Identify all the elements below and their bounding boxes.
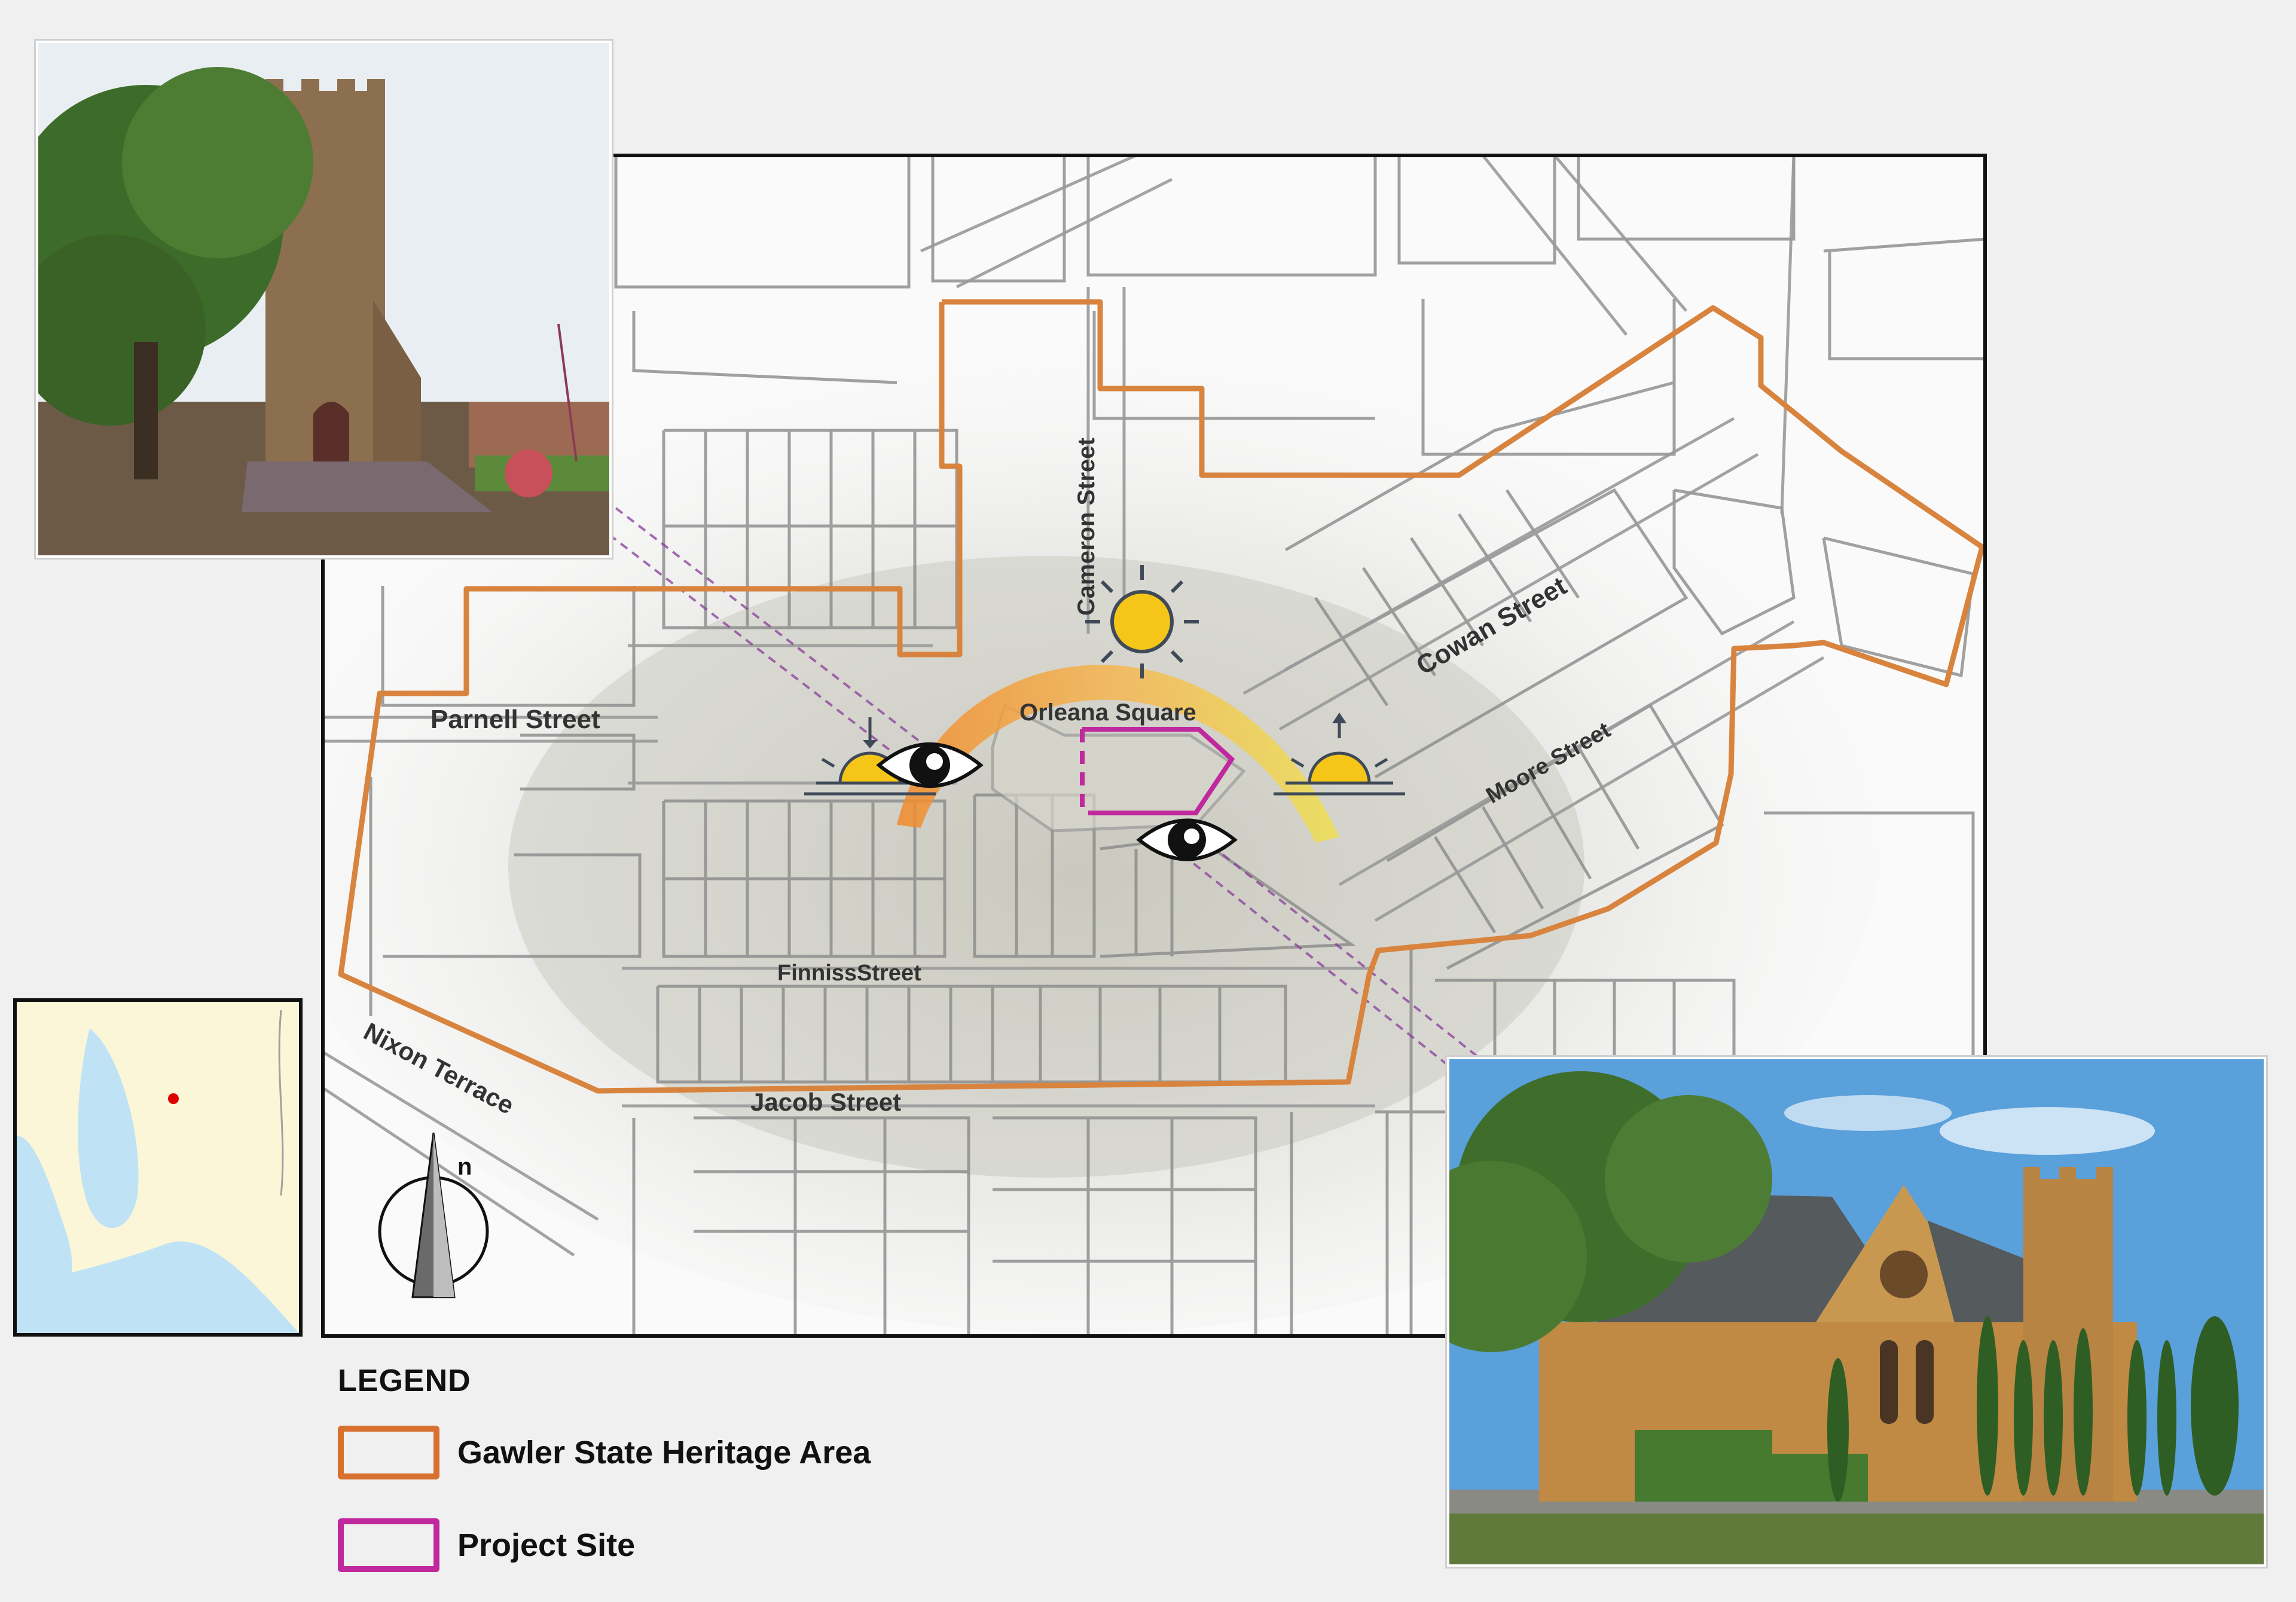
legend-title: LEGEND (338, 1363, 471, 1398)
label-finniss-street: FinnissStreet (777, 961, 921, 986)
legend-label-project: Project Site (457, 1527, 636, 1563)
photo-church-tower (36, 41, 612, 558)
legend-swatch-heritage (338, 1426, 439, 1479)
label-orleana-square: Orleana Square (1019, 699, 1196, 726)
label-cameron-street: Cameron Street (1073, 438, 1100, 616)
legend-label-heritage: Gawler State Heritage Area (457, 1435, 871, 1470)
locator-map (13, 998, 303, 1337)
legend-swatch-project (338, 1518, 439, 1572)
location-marker (168, 1093, 179, 1104)
svg-text:n: n (457, 1154, 472, 1180)
label-jacob-street: Jacob Street (750, 1088, 901, 1116)
photo-church-exterior (1447, 1057, 2266, 1567)
label-parnell-street: Parnell Street (430, 705, 600, 734)
